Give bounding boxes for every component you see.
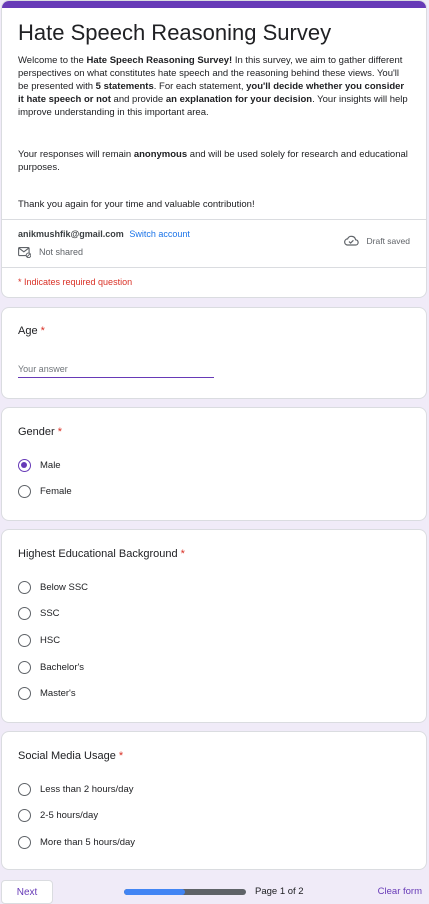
option-label: 2-5 hours/day	[40, 809, 99, 821]
question-title: Gender *	[18, 426, 62, 438]
draft-status-label: Draft saved	[366, 235, 410, 246]
radio-unselected[interactable]	[18, 835, 31, 849]
form-header-card: Hate Speech Reasoning Survey Welcome to …	[1, 0, 427, 298]
radio-selected[interactable]	[18, 458, 31, 472]
education-option-bachelors[interactable]: Bachelor's	[18, 660, 84, 674]
progress-bar	[124, 889, 246, 895]
not-shared-status: Not shared	[18, 245, 83, 259]
education-option-below-ssc[interactable]: Below SSC	[18, 580, 88, 594]
question-title: Age *	[18, 325, 45, 337]
next-button[interactable]: Next	[1, 880, 53, 904]
draft-status: Draft saved	[343, 235, 410, 246]
switch-account-link[interactable]: Switch account	[129, 229, 190, 239]
clear-form-button[interactable]: Clear form	[378, 886, 422, 897]
question-gender-card: Gender * Male Female	[1, 407, 427, 521]
education-option-masters[interactable]: Master's	[18, 686, 76, 700]
social-option-less-than-2[interactable]: Less than 2 hours/day	[18, 782, 133, 796]
radio-unselected[interactable]	[18, 580, 31, 594]
option-label: Master's	[40, 687, 76, 699]
social-option-more-than-5[interactable]: More than 5 hours/day	[18, 835, 135, 849]
radio-unselected[interactable]	[18, 686, 31, 700]
required-star: *	[118, 750, 124, 762]
required-star: *	[57, 426, 62, 438]
radio-unselected[interactable]	[18, 633, 31, 647]
required-star: *	[40, 325, 45, 337]
form-footer: Next Page 1 of 2 Clear form	[0, 876, 429, 904]
option-label: More than 5 hours/day	[40, 836, 136, 848]
radio-unselected[interactable]	[18, 606, 31, 620]
radio-unselected[interactable]	[18, 808, 31, 822]
not-shared-label: Not shared	[39, 247, 84, 257]
radio-unselected[interactable]	[18, 660, 31, 674]
thanks-paragraph: Thank you again for your time and valuab…	[18, 199, 255, 210]
question-social-media-card: Social Media Usage * Less than 2 hours/da…	[1, 731, 427, 870]
option-label: Bachelor's	[40, 661, 85, 673]
privacy-paragraph: Your responses will remain anonymous and…	[18, 149, 408, 173]
age-answer-input[interactable]	[18, 360, 214, 378]
gender-option-female[interactable]: Female	[18, 484, 72, 498]
form-title: Hate Speech Reasoning Survey	[18, 20, 332, 45]
education-option-ssc[interactable]: SSC	[18, 606, 60, 620]
question-title: Highest Educational Background *	[18, 548, 185, 560]
option-label: Female	[40, 485, 72, 497]
header-divider	[2, 219, 426, 220]
required-note: * Indicates required question	[18, 277, 133, 287]
required-star: *	[180, 548, 185, 560]
radio-unselected[interactable]	[18, 484, 31, 498]
option-label: Less than 2 hours/day	[40, 783, 134, 795]
intro-paragraph: Welcome to the Hate Speech Reasoning Sur…	[18, 55, 408, 118]
account-line: anikmushfik@gmail.com Switch account	[18, 229, 190, 239]
question-title: Social Media Usage *	[18, 750, 124, 762]
account-email: anikmushfik@gmail.com	[18, 229, 124, 239]
option-label: SSC	[40, 607, 60, 619]
progress-bar-fill	[124, 889, 185, 895]
gender-option-male[interactable]: Male	[18, 458, 61, 472]
option-label: Below SSC	[40, 581, 89, 593]
email-not-shared-icon	[18, 246, 31, 258]
account-divider	[2, 267, 426, 268]
education-option-hsc[interactable]: HSC	[18, 633, 60, 647]
social-option-2-5[interactable]: 2-5 hours/day	[18, 808, 98, 822]
question-age-card: Age *	[1, 307, 427, 399]
page-indicator: Page 1 of 2	[255, 886, 304, 897]
cloud-saved-icon	[343, 235, 359, 246]
option-label: Male	[40, 459, 61, 471]
radio-unselected[interactable]	[18, 782, 31, 796]
header-accent-stripe	[2, 1, 426, 8]
option-label: HSC	[40, 634, 61, 646]
question-education-card: Highest Educational Background * Below SS…	[1, 529, 427, 723]
